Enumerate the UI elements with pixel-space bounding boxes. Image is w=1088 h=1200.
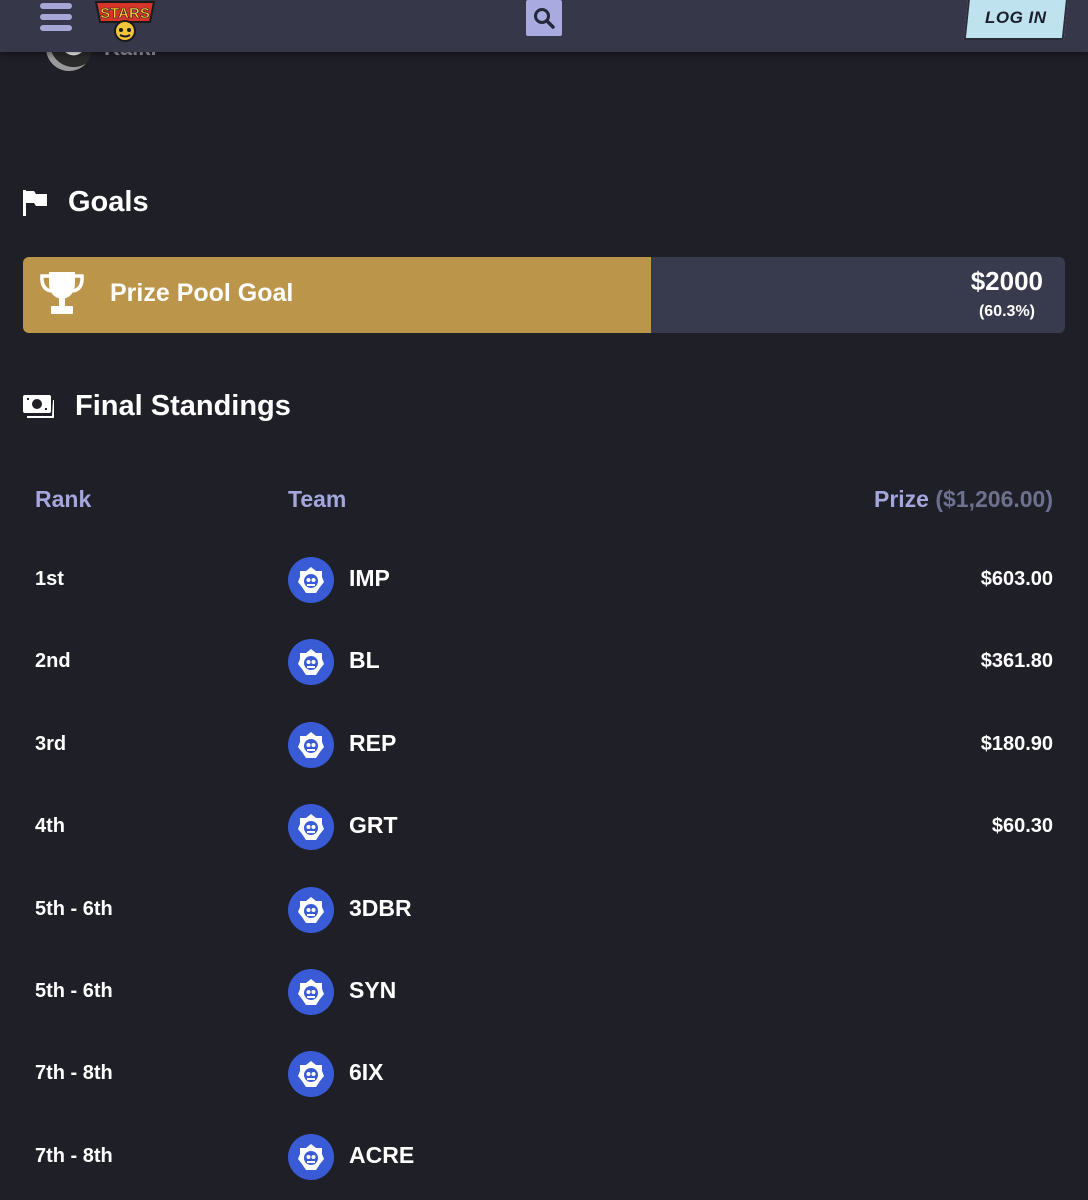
table-row[interactable]: 2nd BL $361.80 [0,622,1088,704]
team-logo[interactable] [288,721,334,768]
table-row[interactable]: 7th - 8th ACRE [0,1117,1088,1199]
final-standings-heading: Final Standings [22,390,291,423]
table-row[interactable]: 5th - 6th SYN [0,952,1088,1034]
rank-cell: 3rd [35,732,67,755]
hamburger-icon-bar [40,25,72,31]
header-rank[interactable]: Rank [35,486,91,513]
goal-percent: (60.3%) [978,303,1035,320]
money-icon [23,394,54,418]
search-button[interactable] [526,0,562,36]
team-name[interactable]: SYN [349,977,396,1004]
standings-table: Rank Team Prize ($1,206.00) 1st IMP $603… [0,460,1088,1199]
brawl-skull-icon [298,814,324,841]
rank-cell: 1st [35,568,64,590]
hamburger-menu-button[interactable] [40,0,74,38]
prize-cell: $361.80 [980,650,1053,673]
brawl-skull-icon [298,896,324,923]
goal-label: Prize Pool Goal [110,279,294,307]
hamburger-icon [40,3,72,9]
table-row[interactable]: 5th - 6th 3DBR [0,870,1088,952]
team-logo[interactable] [288,639,334,686]
team-logo[interactable] [288,804,334,851]
brawl-stars-logo[interactable]: STARS [94,0,156,44]
team-name[interactable]: BL [349,647,380,674]
table-header: Rank Team Prize ($1,206.00) [0,460,1088,540]
prize-pool-goal-bar: Prize Pool Goal $2000 (60.3%) [23,257,1065,333]
team-logo[interactable] [288,968,334,1015]
team-name[interactable]: ACRE [349,1142,414,1169]
rank-cell: 7th - 8th [35,1144,113,1167]
goals-heading: Goals [22,186,149,219]
rank-cell: 7th - 8th [35,1062,113,1085]
rank-cell: 2nd [35,650,71,673]
team-name[interactable]: 6IX [349,1059,384,1086]
login-label: LOG IN [985,8,1047,27]
brawl-skull-icon [298,567,324,593]
team-logo[interactable] [288,557,334,603]
flag-icon [23,189,47,216]
logo-text: STARS [100,5,150,22]
team-name[interactable]: 3DBR [349,895,412,922]
table-row[interactable]: 1st IMP $603.00 [0,540,1088,622]
rank-cell: 5th - 6th [35,979,113,1002]
trophy-icon [40,272,84,314]
team-name[interactable]: IMP [349,565,390,592]
brawl-skull-icon [298,649,324,676]
brawl-skull-icon [298,1143,324,1170]
hamburger-icon-bar [40,14,72,20]
header-prize-label: Prize [873,486,929,512]
goals-title: Goals [68,186,149,218]
prize-cell: $603.00 [980,568,1053,590]
team-name[interactable]: GRT [349,812,398,839]
table-row[interactable]: 3rd REP $180.90 [0,705,1088,787]
magnifier-icon [534,8,555,29]
final-standings-title: Final Standings [75,390,291,422]
table-row[interactable]: 4th GRT $60.30 [0,787,1088,869]
prize-cell: $60.30 [991,815,1053,838]
rank-cell: 5th - 6th [35,897,113,920]
login-button[interactable]: LOG IN [963,0,1069,40]
team-logo[interactable] [288,1051,334,1098]
page: Kaiki STARS LOG IN [0,0,1088,1200]
top-header: STARS LOG IN [0,0,1088,52]
header-prize-pool: ($1,206.00) [935,486,1053,512]
team-name[interactable]: REP [349,730,396,757]
brawl-skull-icon [298,731,324,758]
prize-cell: $180.90 [980,732,1053,755]
team-logo[interactable] [288,1133,334,1180]
brawl-skull-icon [298,978,324,1005]
brawl-skull-icon [298,1061,324,1088]
rank-cell: 4th [35,815,65,838]
header-prize[interactable]: Prize ($1,206.00) [874,486,1053,513]
header-team[interactable]: Team [288,486,346,513]
team-logo[interactable] [288,886,334,933]
goal-amount: $2000 [970,266,1043,296]
table-row[interactable]: 7th - 8th 6IX [0,1034,1088,1116]
